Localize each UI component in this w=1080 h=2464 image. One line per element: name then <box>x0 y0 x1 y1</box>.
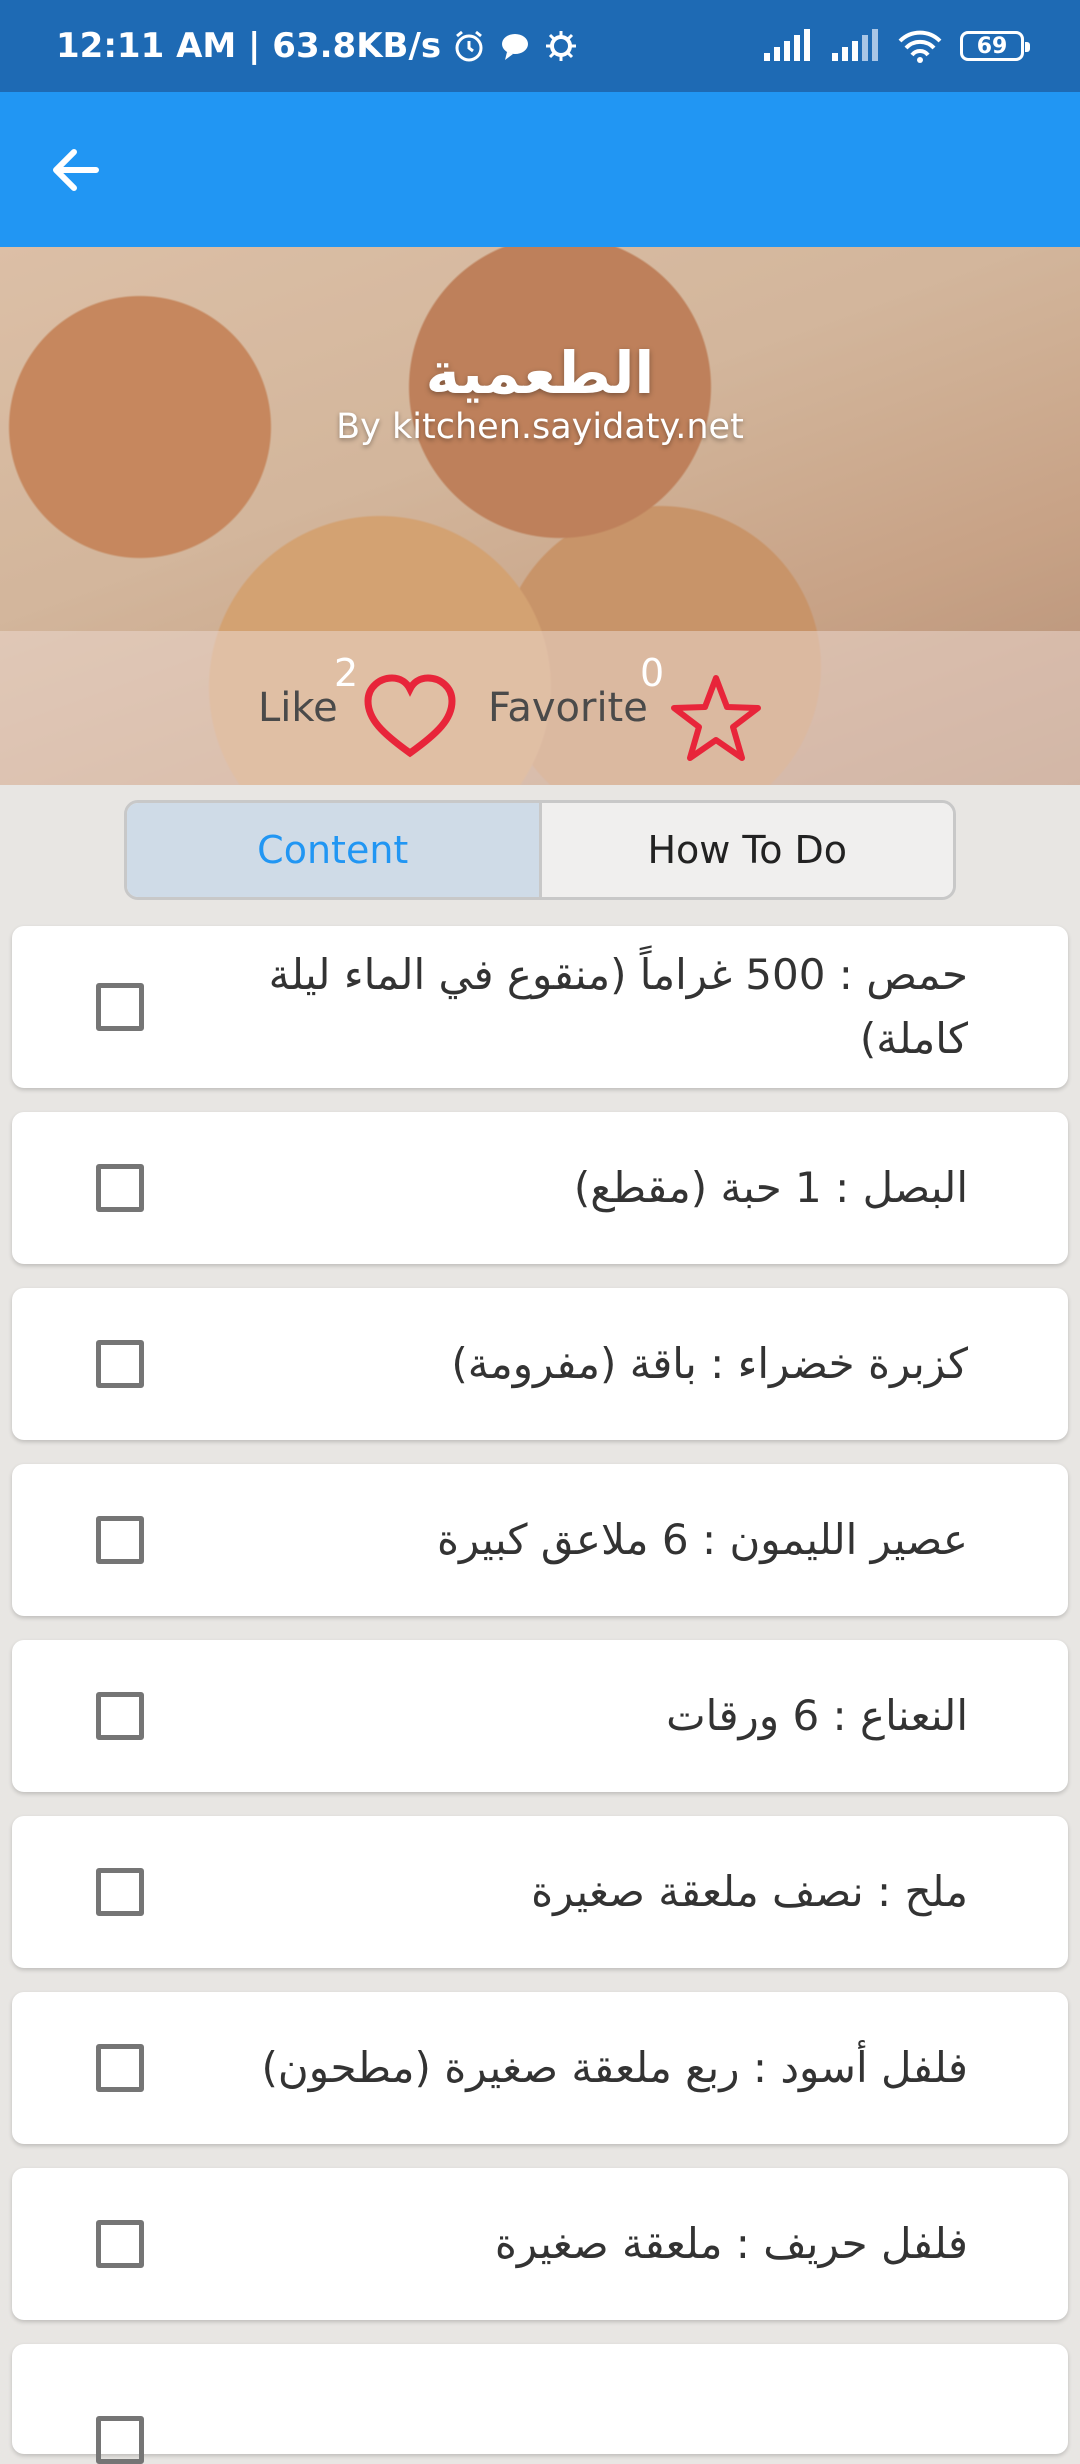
list-item[interactable]: حمص : 500 غراماً (منقوع في الماء ليلة كا… <box>12 926 1068 1088</box>
list-item[interactable]: عصير الليمون : 6 ملاعق كبيرة <box>12 1464 1068 1616</box>
chat-bubble-icon <box>502 34 529 60</box>
checkbox[interactable] <box>96 1164 144 1212</box>
list-item[interactable]: فلفل حريف : ملعقة صغيرة <box>12 2168 1068 2320</box>
app-bar <box>0 92 1080 247</box>
ingredient-text: البصل : 1 حبة (مقطع) <box>573 1163 968 1212</box>
like-label: Like <box>258 685 338 731</box>
ingredient-text: فلفل أسود : ربع ملعقة صغيرة (مطحون) <box>261 2043 968 2092</box>
status-bar: 12:11 AM | 63.8KB/s 69 <box>0 0 1080 92</box>
list-item[interactable]: ملح : نصف ملعقة صغيرة <box>12 1816 1068 1968</box>
status-time: 12:11 AM | 63.8KB/s <box>56 26 442 66</box>
tab-bar: Content How To Do <box>124 800 956 900</box>
arrow-back-icon <box>53 149 99 191</box>
tab-content[interactable]: Content <box>127 803 542 897</box>
signal-icon-2 <box>832 29 878 61</box>
ingredient-text: ملح : نصف ملعقة صغيرة <box>531 1867 968 1916</box>
ingredient-text: عصير الليمون : 6 ملاعق كبيرة <box>436 1515 968 1564</box>
list-item[interactable]: فلفل أسود : ربع ملعقة صغيرة (مطحون) <box>12 1992 1068 2144</box>
list-item[interactable]: البصل : 1 حبة (مقطع) <box>12 1112 1068 1264</box>
tab-how-to-do[interactable]: How To Do <box>541 803 953 897</box>
checkbox[interactable] <box>96 983 144 1031</box>
ingredient-text: فلفل حريف : ملعقة صغيرة <box>494 2219 968 2268</box>
wifi-icon <box>898 30 942 63</box>
favorite-count: 0 <box>640 651 665 695</box>
star-icon <box>671 675 761 761</box>
recipe-hero: الطعمية By kitchen.sayidaty.net Like 2 F… <box>0 247 1080 785</box>
checkbox[interactable] <box>96 1516 144 1564</box>
favorite-button[interactable]: Favorite 0 <box>488 647 768 767</box>
recipe-title: الطعمية <box>425 339 655 407</box>
checkbox[interactable] <box>96 1868 144 1916</box>
like-count: 2 <box>334 651 359 695</box>
settings-icon <box>546 31 577 61</box>
checkbox[interactable] <box>96 1340 144 1388</box>
alarm-icon <box>455 30 483 62</box>
ingredient-text: كزبرة خضراء : باقة (مفرومة) <box>451 1339 968 1388</box>
ingredient-list: حمص : 500 غراماً (منقوع في الماء ليلة كا… <box>12 926 1068 2464</box>
list-item[interactable]: النعناع : 6 ورقات <box>12 1640 1068 1792</box>
heart-icon <box>364 674 456 758</box>
checkbox[interactable] <box>96 2220 144 2268</box>
list-item[interactable]: كزبرة خضراء : باقة (مفرومة) <box>12 1288 1068 1440</box>
back-button[interactable] <box>40 134 112 206</box>
like-button[interactable]: Like 2 <box>258 647 458 767</box>
ingredient-text: النعناع : 6 ورقات <box>666 1691 968 1740</box>
signal-icon <box>764 29 810 61</box>
ingredient-text: حمص : 500 غراماً (منقوع في الماء ليلة كا… <box>268 950 968 1063</box>
battery-icon: 69 <box>960 31 1030 61</box>
recipe-source: By kitchen.sayidaty.net <box>336 407 744 447</box>
checkbox[interactable] <box>96 1692 144 1740</box>
favorite-label: Favorite <box>488 685 648 731</box>
checkbox[interactable] <box>96 2044 144 2092</box>
status-right: 69 <box>762 29 1030 63</box>
checkbox[interactable] <box>96 2416 144 2464</box>
list-item[interactable] <box>12 2344 1068 2464</box>
status-left: 12:11 AM | 63.8KB/s <box>56 26 579 66</box>
